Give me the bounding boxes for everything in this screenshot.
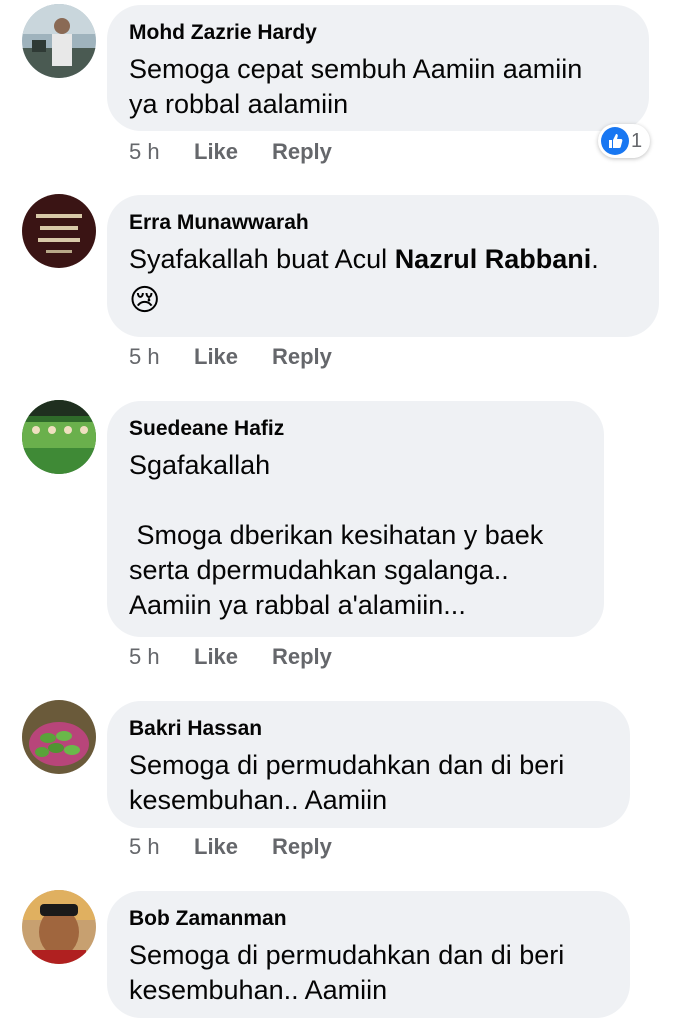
comment-author[interactable]: Mohd Zazrie Hardy [129,20,627,46]
avatar-image [22,400,96,474]
comment-author[interactable]: Suedeane Hafiz [129,416,582,442]
avatar[interactable] [22,4,96,78]
comment-time[interactable]: 5 h [129,833,160,861]
like-button[interactable]: Like [194,138,238,166]
comment-text: Sgafakallah Smoga dberikan kesihatan y b… [129,450,544,620]
comment-author[interactable]: Bakri Hassan [129,716,608,742]
avatar[interactable] [22,700,96,774]
crying-face-emoji: 😢 [129,284,161,317]
comment-time[interactable]: 5 h [129,343,160,371]
comment-author[interactable]: Bob Zamanman [129,906,608,932]
comment-author[interactable]: Erra Munawwarah [129,210,637,236]
avatar-image [22,700,96,774]
reply-button[interactable]: Reply [272,343,332,371]
reaction-badge[interactable]: 1 [598,124,650,158]
comment-text: Syafakallah buat Acul Nazrul Rabbani. [129,242,637,277]
comment-text-after: . [591,244,599,274]
like-button[interactable]: Like [194,643,238,671]
comment-text-before: Syafakallah buat Acul [129,244,395,274]
avatar[interactable] [22,194,96,268]
like-thumb-icon [601,127,629,155]
comment-text: Semoga di permudahkan dan di beri kesemb… [129,750,565,815]
comment-bubble: Erra Munawwarah Syafakallah buat Acul Na… [107,195,659,337]
comment-bubble: Suedeane Hafiz Sgafakallah Smoga dberika… [107,401,604,637]
avatar[interactable] [22,400,96,474]
reaction-count: 1 [631,130,643,152]
reply-button[interactable]: Reply [272,643,332,671]
like-button[interactable]: Like [194,833,238,861]
comment-bubble: Bakri Hassan Semoga di permudahkan dan d… [107,701,630,828]
avatar-image [22,890,96,964]
reply-button[interactable]: Reply [272,138,332,166]
avatar[interactable] [22,890,96,964]
comment-bubble: Bob Zamanman Semoga di permudahkan dan d… [107,891,630,1018]
comment-time[interactable]: 5 h [129,643,160,671]
comment-text: Semoga cepat sembuh Aamiin aamiin ya rob… [129,54,583,119]
avatar-image [22,4,96,78]
comment-bubble: Mohd Zazrie Hardy Semoga cepat sembuh Aa… [107,5,649,131]
avatar-image [22,194,96,268]
reply-button[interactable]: Reply [272,833,332,861]
comment-time[interactable]: 5 h [129,138,160,166]
comment-text: Semoga di permudahkan dan di beri kesemb… [129,940,565,1005]
like-button[interactable]: Like [194,343,238,371]
mention-link[interactable]: Nazrul Rabbani [395,244,592,274]
